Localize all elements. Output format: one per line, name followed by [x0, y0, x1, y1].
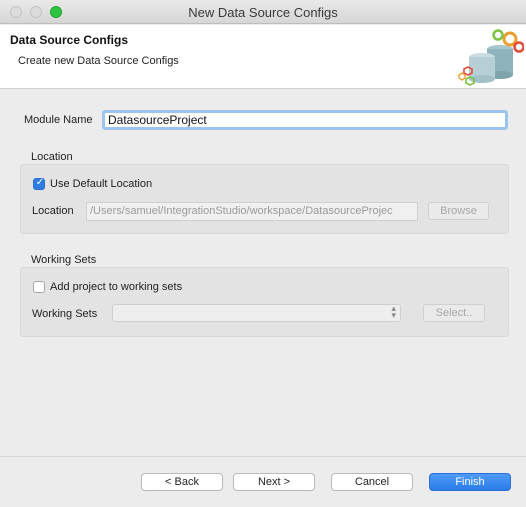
cancel-button[interactable]: Cancel	[331, 473, 413, 491]
module-name-input[interactable]	[102, 110, 508, 130]
database-gears-icon	[458, 29, 524, 86]
location-path-label: Location	[32, 205, 74, 217]
use-default-location-checkbox[interactable]: ✓	[33, 177, 45, 190]
browse-button[interactable]: Browse	[428, 202, 489, 220]
back-button[interactable]: < Back	[141, 473, 223, 491]
working-sets-select[interactable]: ▴ ▾	[112, 304, 401, 322]
header-subtitle: Create new Data Source Configs	[18, 55, 179, 67]
location-group	[20, 164, 509, 234]
working-sets-label: Working Sets	[32, 308, 98, 320]
use-default-location-label: Use Default Location	[50, 178, 153, 190]
add-to-working-sets-checkbox[interactable]	[33, 281, 45, 293]
wizard-header: Data Source Configs Create new Data Sour…	[0, 25, 526, 89]
add-to-working-sets-label: Add project to working sets	[50, 281, 183, 293]
up-down-chevron-icon: ▴ ▾	[391, 304, 396, 321]
module-name-label: Module Name	[24, 114, 93, 126]
location-path-field[interactable]: /Users/samuel/IntegrationStudio/workspac…	[86, 202, 418, 221]
location-section-title: Location	[31, 151, 73, 163]
check-icon: ✓	[35, 177, 45, 188]
title-bar[interactable]: New Data Source Configs	[0, 0, 526, 24]
wizard-window: New Data Source Configs Data Source Conf…	[0, 0, 526, 507]
header-title: Data Source Configs	[10, 33, 129, 47]
finish-button[interactable]: Finish	[429, 473, 511, 491]
footer-divider	[0, 456, 526, 457]
window-title: New Data Source Configs	[188, 5, 338, 20]
working-sets-group	[20, 267, 509, 337]
select-working-sets-button[interactable]: Select..	[423, 304, 485, 322]
next-button[interactable]: Next >	[233, 473, 315, 491]
working-sets-section-title: Working Sets	[31, 254, 97, 266]
